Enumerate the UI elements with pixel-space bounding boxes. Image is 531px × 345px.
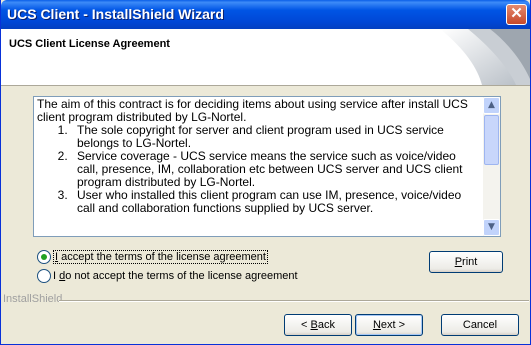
scroll-up-button[interactable]: ▲ (483, 97, 500, 114)
print-button[interactable]: Print (429, 251, 503, 273)
close-button[interactable]: ✕ (506, 4, 527, 25)
accept-radio[interactable] (37, 250, 51, 264)
accept-option[interactable]: I accept the terms of the license agreem… (37, 250, 268, 264)
cancel-button[interactable]: Cancel (441, 314, 519, 336)
decline-radio[interactable] (37, 269, 51, 283)
decline-option[interactable]: I do not accept the terms of the license… (37, 269, 298, 283)
license-text-box[interactable]: The aim of this contract is for deciding… (33, 96, 501, 237)
license-item: The sole copyright for server and client… (71, 124, 480, 150)
next-button[interactable]: Next > (355, 314, 423, 336)
back-button[interactable]: < Back (284, 314, 352, 336)
scroll-down-button[interactable]: ▼ (483, 219, 500, 236)
chevron-down-icon: ▼ (488, 222, 495, 232)
radio-selected-dot (41, 254, 47, 260)
wizard-header: UCS Client License Agreement (1, 29, 530, 86)
scroll-thumb[interactable] (484, 115, 499, 165)
license-item: User who installed this client program c… (71, 189, 480, 215)
chevron-up-icon: ▲ (488, 100, 495, 110)
window-title: UCS Client - InstallShield Wizard (7, 6, 224, 22)
decline-label[interactable]: I do not accept the terms of the license… (53, 270, 298, 282)
installshield-brand: InstallShield (3, 293, 67, 305)
license-item: Service coverage - UCS service means the… (71, 150, 480, 189)
vertical-scrollbar[interactable]: ▲ ▼ (483, 97, 500, 236)
title-bar[interactable]: UCS Client - InstallShield Wizard ✕ (1, 0, 530, 29)
accept-label[interactable]: I accept the terms of the license agreem… (53, 250, 268, 264)
wizard-content: The aim of this contract is for deciding… (1, 86, 530, 345)
installshield-wizard-window: UCS Client - InstallShield Wizard ✕ UCS … (0, 0, 531, 345)
installshield-graphic (420, 29, 530, 85)
license-text: The aim of this contract is for deciding… (37, 98, 480, 235)
license-intro: The aim of this contract is for deciding… (37, 98, 468, 124)
close-icon: ✕ (510, 5, 523, 22)
page-title: UCS Client License Agreement (9, 38, 170, 50)
